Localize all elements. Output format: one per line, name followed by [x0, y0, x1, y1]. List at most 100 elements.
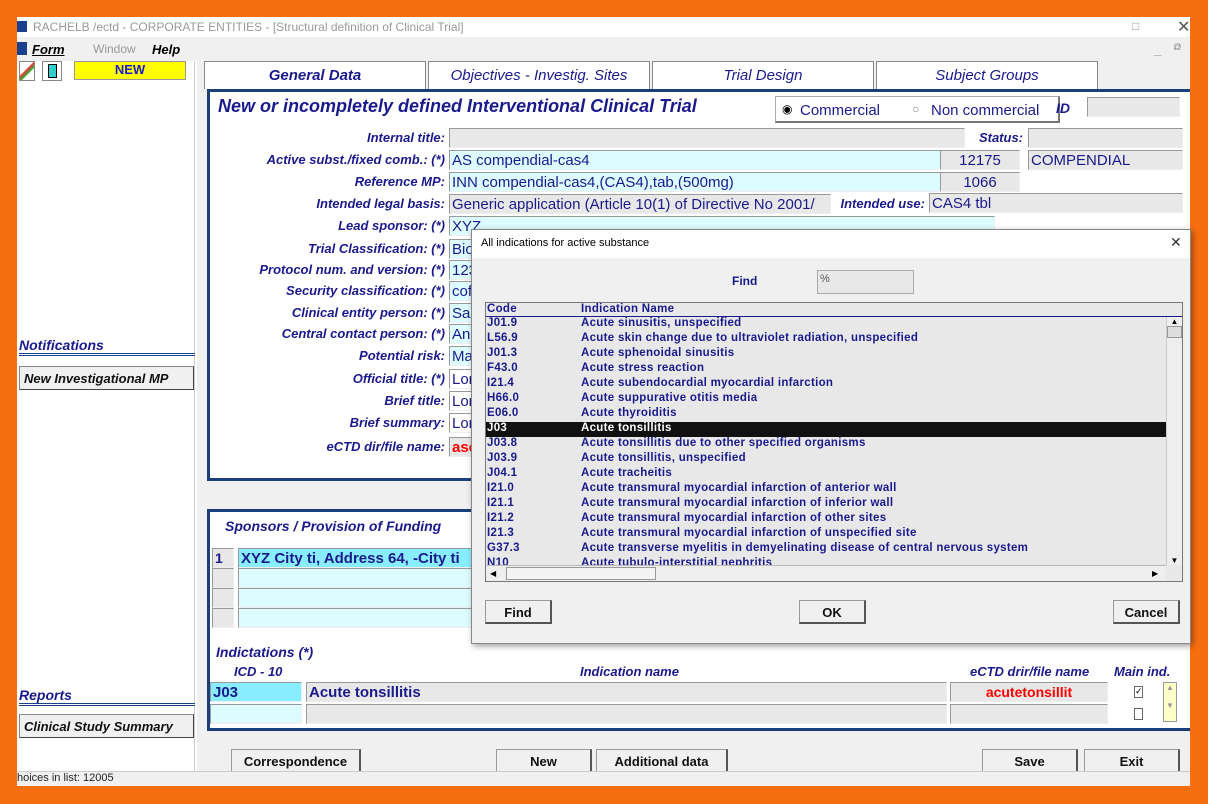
active-substance-code: 12175	[940, 150, 1020, 170]
indication-list-item[interactable]: I21.4 Acute subendocardial myocardial inf…	[486, 377, 1166, 392]
field-input[interactable]	[449, 128, 965, 148]
icd-column-header: ICD - 10	[234, 664, 283, 679]
field-input[interactable]: Generic application (Article 10(1) of Di…	[449, 194, 831, 214]
indication-name[interactable]	[306, 704, 947, 724]
mdi-restore-button[interactable]: ⧉	[1173, 42, 1180, 53]
list-item-code: H66.0	[487, 392, 520, 404]
app-icon	[17, 21, 27, 32]
list-horizontal-scrollbar[interactable]: ◀ ▶	[486, 565, 1166, 581]
dialog-cancel-button[interactable]: Cancel	[1113, 600, 1180, 624]
list-item-name: Acute tracheitis	[581, 467, 673, 479]
field-label: Trial Classification: (*)	[307, 241, 445, 256]
new-button[interactable]: New	[496, 749, 592, 773]
indication-list-item[interactable]: J01.3 Acute sphenoidal sinusitis	[486, 347, 1166, 362]
list-item-name: Acute thyroiditis	[581, 407, 677, 419]
list-item-code: J03	[487, 422, 508, 434]
field-input[interactable]: AS compendial-cas4	[449, 150, 941, 170]
field-label: Potential risk:	[359, 348, 445, 363]
intended-use-field[interactable]: CAS4 tbl	[929, 193, 1183, 213]
status-bar: hoices in list: 12005	[17, 771, 1190, 786]
list-item-name: Acute transmural myocardial infarction o…	[581, 482, 897, 494]
indication-ectd-name[interactable]	[950, 704, 1108, 724]
notifications-heading: Notifications	[19, 337, 195, 356]
field-label: Brief summary:	[349, 415, 445, 430]
field-input[interactable]: INN compendial-cas4,(CAS4),tab,(500mg)	[449, 172, 941, 192]
indication-list-item[interactable]: I21.1 Acute transmural myocardial infarct…	[486, 497, 1166, 512]
indication-name-column-header: Indication name	[580, 664, 679, 679]
list-item-code: I21.1	[487, 497, 515, 509]
sponsor-row-number	[212, 568, 234, 588]
menu-window[interactable]: Window	[93, 42, 136, 56]
indications-scrollbar[interactable]: ▲ ▼	[1163, 682, 1177, 722]
additional-data-button[interactable]: Additional data	[596, 749, 728, 773]
sponsor-row-number	[212, 588, 234, 608]
exit-button[interactable]: Exit	[1084, 749, 1180, 773]
tab-general-data[interactable]: General Data	[204, 61, 426, 89]
indication-list-item[interactable]: J01.9 Acute sinusitis, unspecified	[486, 317, 1166, 332]
mdi-minimize-button[interactable]: _	[1155, 42, 1162, 57]
indication-list-item[interactable]: E06.0 Acute thyroiditis	[486, 407, 1166, 422]
main-ind-column-header: Main ind.	[1114, 664, 1171, 679]
indication-ectd-name[interactable]: acutetonsillit	[950, 682, 1108, 702]
status-field[interactable]	[1028, 128, 1183, 148]
indications-dialog: All indications for active substance ✕ F…	[471, 229, 1191, 644]
indication-list-item[interactable]: I21.2 Acute transmural myocardial infarct…	[486, 512, 1166, 527]
field-label: Active subst./fixed comb.: (*)	[266, 152, 445, 167]
find-input[interactable]: %	[817, 270, 914, 294]
indication-list-item[interactable]: L56.9 Acute skin change due to ultraviole…	[486, 332, 1166, 347]
list-item-name: Acute transmural myocardial infarction o…	[581, 527, 917, 539]
indication-list-item[interactable]: F43.0 Acute stress reaction	[486, 362, 1166, 377]
menu-help[interactable]: Help	[152, 42, 180, 57]
indications-list[interactable]: Code Indication Name J01.9 Acute sinusitis…	[485, 302, 1183, 582]
new-investigational-mp-button[interactable]: New Investigational MP	[19, 366, 194, 390]
indication-list-item[interactable]: J04.1 Acute tracheitis	[486, 467, 1166, 482]
tab-objectives[interactable]: Objectives - Investig. Sites	[428, 61, 650, 89]
indication-list-item[interactable]: G37.3 Acute transverse myelitis in demyel…	[486, 542, 1166, 557]
dialog-close-button[interactable]: ✕	[1170, 234, 1182, 251]
maximize-button[interactable]: □	[1132, 19, 1139, 33]
indication-list-item[interactable]: J03 Acute tonsillitis	[486, 422, 1166, 437]
list-item-name: Acute tonsillitis due to other specified…	[581, 437, 866, 449]
list-item-name: Acute tonsillitis, unspecified	[581, 452, 746, 464]
dialog-ok-button[interactable]: OK	[799, 600, 866, 624]
clinical-study-summary-button[interactable]: Clinical Study Summary	[19, 714, 194, 738]
list-item-name: Acute skin change due to ultraviolet rad…	[581, 332, 919, 344]
indication-name[interactable]: Acute tonsillitis	[306, 682, 947, 702]
title-bar: RACHELB /ectd - CORPORATE ENTITIES - [St…	[17, 17, 1190, 37]
id-field[interactable]	[1087, 97, 1180, 117]
list-vertical-scrollbar[interactable]: ▲ ▼	[1166, 317, 1182, 565]
save-button[interactable]: Save	[982, 749, 1078, 773]
commercial-radio[interactable]: ◉	[782, 102, 792, 116]
indication-list-item[interactable]: J03.8 Acute tonsillitis due to other spec…	[486, 437, 1166, 452]
dialog-find-button[interactable]: Find	[485, 600, 552, 624]
field-label: Intended legal basis:	[316, 196, 445, 211]
list-item-name: Acute transmural myocardial infarction o…	[581, 497, 894, 509]
close-window-button[interactable]: ✕	[1177, 17, 1190, 37]
field-label: Security classification: (*)	[286, 283, 445, 298]
edit-icon[interactable]	[19, 61, 35, 81]
field-label: Reference MP:	[354, 174, 445, 189]
main-indication-checkbox[interactable]: ✓	[1134, 686, 1143, 698]
reference-mp-code: 1066	[940, 172, 1020, 192]
commercial-label[interactable]: Commercial	[800, 102, 880, 119]
indication-code[interactable]	[210, 704, 302, 724]
non-commercial-label[interactable]: Non commercial	[931, 102, 1039, 119]
list-item-code: G37.3	[487, 542, 520, 554]
list-item-name: Acute sphenoidal sinusitis	[581, 347, 735, 359]
correspondence-button[interactable]: Correspondence	[231, 749, 361, 773]
indication-list-item[interactable]: I21.3 Acute transmural myocardial infarct…	[486, 527, 1166, 542]
indication-code[interactable]: J03	[210, 682, 302, 702]
tab-subject-groups[interactable]: Subject Groups	[876, 61, 1098, 89]
sponsors-heading: Sponsors / Provision of Funding	[225, 518, 442, 534]
tab-trial-design[interactable]: Trial Design	[652, 61, 874, 89]
code-column-header: Code	[487, 303, 517, 315]
list-item-code: J04.1	[487, 467, 518, 479]
main-indication-checkbox[interactable]	[1134, 708, 1143, 720]
indication-list-item[interactable]: H66.0 Acute suppurative otitis media	[486, 392, 1166, 407]
indication-list-item[interactable]: J03.9 Acute tonsillitis, unspecified	[486, 452, 1166, 467]
indication-list-item[interactable]: I21.0 Acute transmural myocardial infarct…	[486, 482, 1166, 497]
menu-form[interactable]: Form	[32, 42, 65, 57]
non-commercial-radio[interactable]: ○	[912, 102, 919, 116]
list-item-name: Acute transmural myocardial infarction o…	[581, 512, 887, 524]
exit-door-icon[interactable]	[42, 61, 62, 81]
